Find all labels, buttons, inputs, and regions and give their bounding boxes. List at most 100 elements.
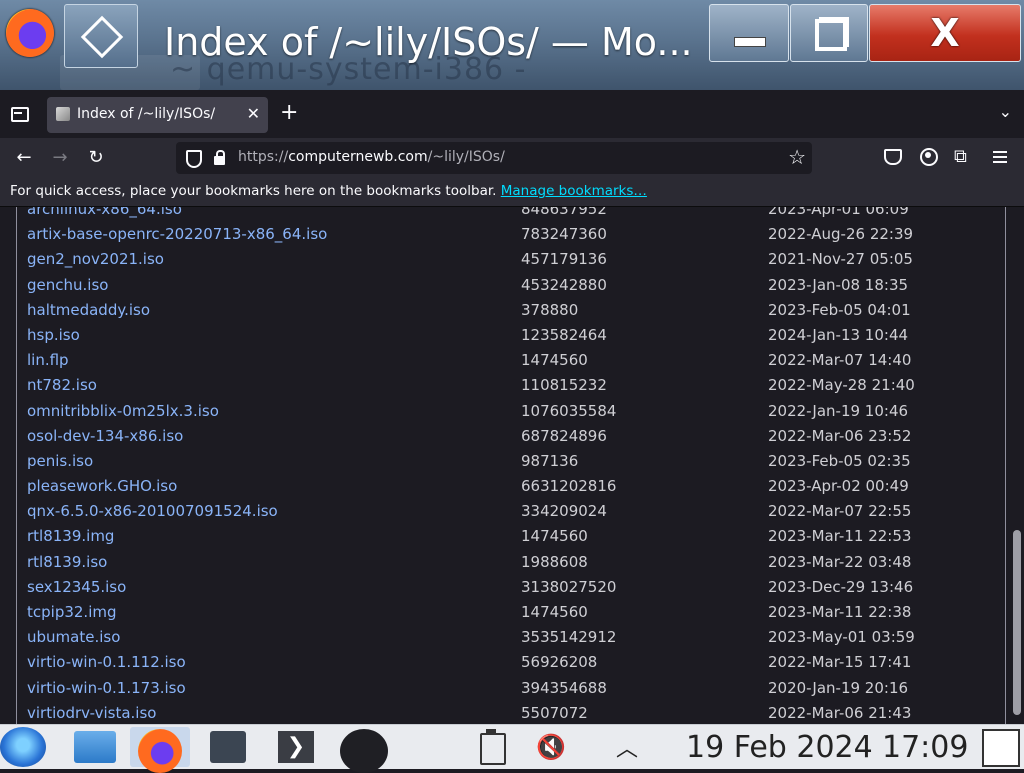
file-size: 110815232 [521,376,607,395]
file-size: 1076035584 [521,401,617,420]
file-date: 2022-Aug-26 22:39 [768,225,914,244]
file-size: 1474560 [521,527,588,546]
url-host: computernewb.com [288,149,428,165]
back-button[interactable]: ← [12,146,36,170]
taskbar-terminal-icon[interactable] [266,727,326,767]
start-menu-button[interactable] [0,727,46,767]
file-size: 6631202816 [521,477,617,496]
page-content: archlinux-x86_64.iso 848637952 2023-Apr-01… [0,207,1024,724]
tracking-protection-shield-icon[interactable] [186,150,202,168]
file-link[interactable]: hsp.iso [27,323,80,348]
taskbar-firefox-icon[interactable] [130,727,190,773]
clock-time[interactable]: 17:09 [882,730,968,765]
file-date: 2023-Mar-11 22:38 [768,603,912,621]
tab-active[interactable]: Index of /~lily/ISOs/ ✕ [47,97,268,133]
taskbar-settings-icon[interactable] [198,727,258,767]
manage-bookmarks-link[interactable]: Manage bookmarks… [501,183,647,199]
pocket-icon[interactable] [882,146,904,168]
close-window-button[interactable]: X [869,4,1021,62]
file-size: 56926208 [521,653,598,672]
file-link[interactable]: sex12345.iso [27,575,126,600]
file-size: 1474560 [521,603,588,621]
window-title: Index of /~lily/ISOs/ — Mo... [164,20,693,64]
extensions-icon[interactable]: ⧉ [954,146,976,168]
volume-muted-icon[interactable]: 🔇 [536,733,566,761]
file-link[interactable]: artix-base-openrc-20220713-x86_64.iso [27,222,327,247]
file-link[interactable]: virtiodrv-vista.iso [27,701,156,724]
file-size: 783247360 [521,225,607,244]
page-border-left [16,207,17,724]
file-size: 453242880 [521,275,607,294]
file-link[interactable]: lin.flp [27,348,69,373]
navigation-toolbar: ← → ↻ https://computernewb.com/~lily/ISO… [0,138,1024,178]
tab-strip: Index of /~lily/ISOs/ ✕ + ⌄ [0,90,1024,138]
bookmarks-hint: For quick access, place your bookmarks h… [10,183,647,199]
forward-button[interactable]: → [48,146,72,170]
file-size: 123582464 [521,325,607,344]
file-link[interactable]: genchu.iso [27,273,108,298]
maximize-button[interactable] [790,4,868,62]
file-date: 2023-Mar-11 22:53 [768,527,912,546]
file-link[interactable]: pleasework.GHO.iso [27,474,177,499]
file-link[interactable]: virtio-win-0.1.112.iso [27,650,186,675]
account-icon[interactable] [918,146,940,168]
taskbar-app-icon[interactable] [334,727,394,773]
file-date: 2022-Mar-07 22:55 [768,502,912,521]
file-size: 687824896 [521,426,607,445]
file-link[interactable]: rtl8139.iso [27,550,107,575]
file-link[interactable]: ubumate.iso [27,625,120,650]
new-tab-button[interactable]: + [280,102,298,124]
file-link[interactable]: osol-dev-134-x86.iso [27,424,183,449]
taskbar: 🔇 ︿ 19 Feb 2024 17:09 [0,724,1024,773]
close-icon: X [930,11,960,55]
url-prefix: https:// [238,149,289,165]
file-size: 987136 [521,451,579,470]
file-date: 2024-Jan-13 10:44 [768,325,909,344]
lock-icon[interactable] [214,150,225,165]
file-link[interactable]: penis.iso [27,449,93,474]
file-size: 5507072 [521,703,588,722]
url-bar[interactable]: https://computernewb.com/~lily/ISOs/ ☆ [176,142,812,174]
window-menu-diamond-icon[interactable] [64,4,138,68]
minimize-button[interactable] [709,4,789,62]
url-text[interactable]: https://computernewb.com/~lily/ISOs/ [238,149,505,165]
file-link[interactable]: tcpip32.img [27,600,117,625]
show-desktop-button[interactable] [982,729,1020,767]
file-size: 457179136 [521,250,607,269]
vertical-scrollbar-thumb[interactable] [1013,530,1021,715]
file-link[interactable]: gen2_nov2021.iso [27,247,164,272]
bookmark-star-icon[interactable]: ☆ [788,145,806,169]
file-link[interactable]: virtio-win-0.1.173.iso [27,676,186,701]
file-size: 334209024 [521,502,607,521]
file-link[interactable]: rtl8139.img [27,524,114,549]
file-date: 2023-Dec-29 13:46 [768,577,914,596]
clock-date[interactable]: 19 Feb 2024 [686,730,873,765]
file-link[interactable]: qnx-6.5.0-x86-201007091524.iso [27,499,278,524]
clipboard-icon[interactable] [476,729,506,765]
reload-button[interactable]: ↻ [84,146,108,170]
file-size: 1474560 [521,351,588,370]
list-all-tabs-icon[interactable]: ⌄ [999,102,1012,121]
file-date: 2022-Mar-06 23:52 [768,426,912,445]
file-link[interactable]: nt782.iso [27,373,97,398]
tray-expand-icon[interactable]: ︿ [616,731,638,763]
hamburger-menu-icon[interactable] [990,146,1012,168]
file-link[interactable]: haltmedaddy.iso [27,298,150,323]
firefox-view-icon[interactable] [6,102,32,128]
bookmarks-toolbar: For quick access, place your bookmarks h… [0,178,1024,207]
file-date: 2023-Jan-08 18:35 [768,275,909,294]
file-date: 2022-Jan-19 10:46 [768,401,909,420]
tab-title: Index of /~lily/ISOs/ [77,106,216,122]
file-date: 2023-Apr-02 00:49 [768,477,909,496]
firefox-logo-icon[interactable] [6,9,54,57]
tab-close-icon[interactable]: ✕ [247,104,260,123]
file-size: 3138027520 [521,577,617,596]
file-date: 2023-Mar-22 03:48 [768,552,912,571]
window-titlebar[interactable]: ~ qemu-system-i386 - Index of /~lily/ISO… [0,0,1024,92]
file-date: 2022-May-28 21:40 [768,376,915,395]
page-border-right [1005,207,1006,724]
taskbar-file-manager-icon[interactable] [66,727,126,767]
file-link[interactable]: omnitribblix-0m25lx.3.iso [27,399,219,424]
file-size: 848637952 [521,207,607,218]
file-link[interactable]: archlinux-x86_64.iso [27,207,182,222]
